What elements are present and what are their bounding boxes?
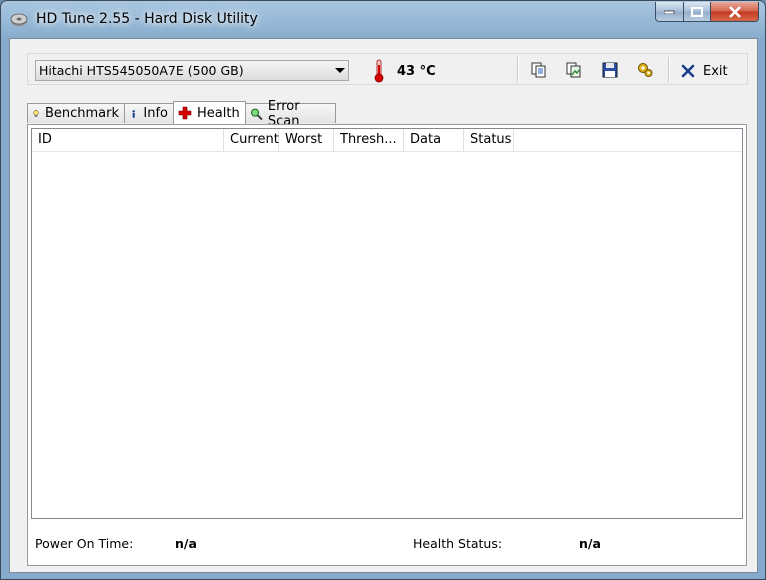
drive-select-value: Hitachi HTS545050A7E (500 GB) (39, 63, 244, 78)
options-icon[interactable] (636, 61, 654, 79)
maximize-button[interactable] (684, 2, 711, 22)
column-header-data[interactable]: Data (404, 129, 464, 151)
exit-icon (681, 64, 695, 78)
disk-app-icon (10, 13, 28, 26)
save-icon[interactable] (601, 61, 619, 79)
close-button[interactable] (711, 2, 759, 22)
power-on-time-value: n/a (175, 536, 197, 551)
drive-select[interactable]: Hitachi HTS545050A7E (500 GB) (35, 60, 349, 81)
column-header-id[interactable]: ID (32, 129, 224, 151)
benchmark-icon (33, 109, 39, 117)
window-controls (655, 2, 759, 22)
tab-benchmark-label: Benchmark (44, 106, 119, 121)
maximize-icon (691, 6, 703, 17)
tab-info-label: Info (143, 106, 168, 121)
client-area: Hitachi HTS545050A7E (500 GB) 43 °C Exit… (9, 38, 758, 573)
tab-health[interactable]: Health (173, 101, 246, 124)
magnifier-icon (251, 108, 263, 120)
app-window: HD Tune 2.55 - Hard Disk Utility Hitachi… (0, 0, 766, 580)
toolbar-divider (668, 57, 670, 82)
tab-health-label: Health (197, 105, 240, 121)
info-icon (132, 109, 135, 118)
minimize-button[interactable] (655, 2, 684, 22)
column-header-current[interactable]: Current (224, 129, 279, 151)
health-cross-icon (178, 106, 192, 120)
health-status-label: Health Status: (413, 536, 503, 551)
health-panel: ID Current Worst Thresh... Data Status P… (27, 124, 747, 566)
window-title: HD Tune 2.55 - Hard Disk Utility (36, 11, 258, 27)
exit-label: Exit (703, 63, 728, 79)
health-status-value: n/a (579, 536, 601, 551)
tab-error-scan[interactable]: Error Scan (245, 99, 336, 129)
column-header-threshold[interactable]: Thresh... (334, 129, 404, 151)
power-on-time-label: Power On Time: (35, 536, 134, 551)
column-header-worst[interactable]: Worst (279, 129, 334, 151)
smart-attributes-list[interactable]: ID Current Worst Thresh... Data Status (31, 128, 743, 519)
exit-button[interactable]: Exit (681, 62, 728, 80)
minimize-icon (663, 10, 674, 14)
tab-benchmark[interactable]: Benchmark (27, 103, 125, 123)
list-header: ID Current Worst Thresh... Data Status (32, 129, 742, 152)
column-header-status[interactable]: Status (464, 129, 514, 151)
title-bar[interactable]: HD Tune 2.55 - Hard Disk Utility (1, 1, 765, 37)
temperature-readout: 43 °C (397, 64, 436, 79)
copy-info-icon[interactable] (530, 61, 548, 79)
tab-info[interactable]: Info (124, 103, 174, 123)
thermometer-icon (374, 59, 384, 83)
chevron-down-icon (335, 68, 345, 73)
close-icon (728, 5, 741, 18)
toolbar: Hitachi HTS545050A7E (500 GB) 43 °C Exit (27, 53, 748, 85)
toolbar-divider (517, 57, 519, 82)
copy-screenshot-icon[interactable] (565, 61, 583, 79)
